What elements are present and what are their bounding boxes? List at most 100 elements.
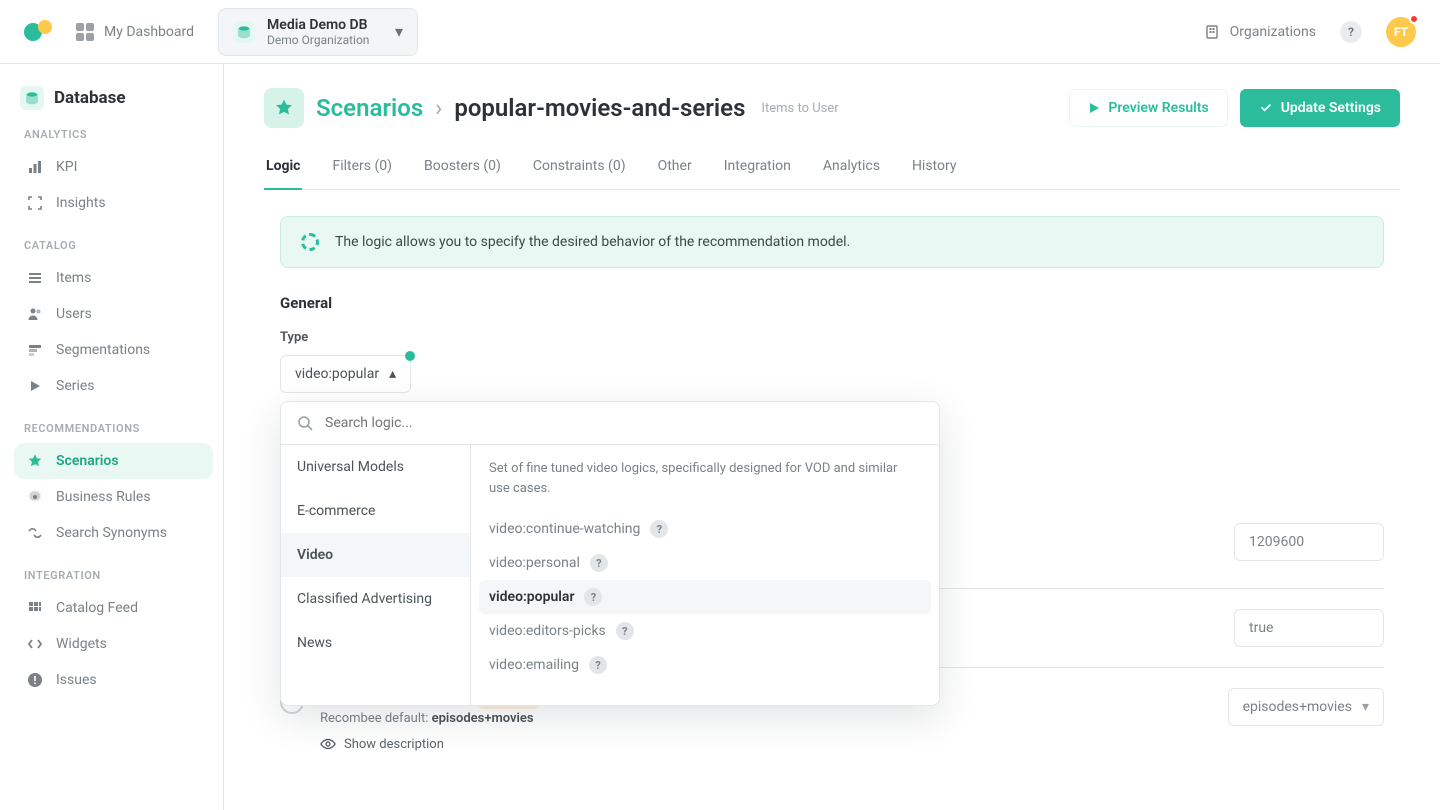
setting-value-input[interactable]: true	[1234, 609, 1384, 647]
logic-option-label: video:emailing	[489, 657, 579, 673]
setting-value-input[interactable]: 1209600	[1234, 523, 1384, 561]
logic-search-input[interactable]	[323, 414, 923, 432]
sidebar-item-label: Widgets	[56, 636, 107, 652]
scan-icon	[26, 194, 44, 212]
logic-category-description: Set of fine tuned video logics, specific…	[489, 459, 921, 498]
notification-dot	[1409, 14, 1419, 24]
tab-other[interactable]: Other	[656, 148, 694, 190]
tab-boosters-[interactable]: Boosters (0)	[422, 148, 503, 190]
help-icon[interactable]: ?	[650, 520, 668, 538]
caret-up-icon: ▴	[389, 366, 396, 382]
logic-category-label: Universal Models	[297, 459, 404, 475]
help-icon[interactable]: ?	[584, 588, 602, 606]
logic-category-label: Classified Advertising	[297, 591, 432, 607]
logic-option-label: video:continue-watching	[489, 521, 640, 537]
type-label: Type	[280, 330, 1384, 345]
sidebar-item-series[interactable]: Series	[14, 368, 213, 404]
sidebar-item-widgets[interactable]: Widgets	[14, 626, 213, 662]
sidebar-item-kpi[interactable]: KPI	[14, 149, 213, 185]
update-settings-button[interactable]: Update Settings	[1240, 89, 1400, 127]
lifebuoy-icon	[301, 233, 319, 251]
breadcrumb-root[interactable]: Scenarios	[316, 94, 423, 122]
tab-integration[interactable]: Integration	[722, 148, 793, 190]
info-banner-text: The logic allows you to specify the desi…	[335, 234, 850, 250]
logic-option[interactable]: video:emailing?	[479, 648, 931, 682]
play-icon	[1088, 102, 1100, 114]
sidebar-item-issues[interactable]: Issues	[14, 662, 213, 698]
logic-category-label: News	[297, 635, 332, 651]
logic-search	[281, 402, 939, 445]
my-dashboard-link[interactable]: My Dashboard	[76, 23, 194, 41]
help-icon[interactable]: ?	[589, 656, 607, 674]
logic-category[interactable]: Universal Models	[281, 445, 470, 489]
sidebar-item-label: Search Synonyms	[56, 525, 167, 541]
code-icon	[26, 635, 44, 653]
update-settings-label: Update Settings	[1281, 100, 1381, 116]
sidebar-title-text: Database	[54, 88, 126, 108]
tab-label: Integration	[724, 158, 791, 174]
sidebar-item-business-rules[interactable]: Business Rules	[14, 479, 213, 515]
eye-icon	[320, 736, 336, 752]
tab-label: Other	[658, 158, 692, 174]
logic-category[interactable]: News	[281, 621, 470, 665]
setting-value: true	[1249, 620, 1273, 636]
scenario-icon-box	[264, 88, 304, 128]
show-description-toggle[interactable]: Show description	[320, 736, 1212, 752]
sidebar: Database ANALYTICSKPIInsightsCATALOGItem…	[0, 64, 224, 810]
tab-label: Constraints (0)	[533, 158, 626, 174]
sidebar-section: INTEGRATION	[24, 569, 203, 582]
sidebar-item-insights[interactable]: Insights	[14, 185, 213, 221]
logic-option[interactable]: video:continue-watching?	[479, 512, 931, 546]
sidebar-item-catalog-feed[interactable]: Catalog Feed	[14, 590, 213, 626]
organizations-link[interactable]: Organizations	[1204, 24, 1316, 40]
app-logo	[24, 20, 52, 44]
tab-history[interactable]: History	[910, 148, 959, 190]
search-icon	[297, 415, 313, 431]
sidebar-item-users[interactable]: Users	[14, 296, 213, 332]
caret-down-icon: ▾	[395, 22, 403, 41]
sidebar-item-segmentations[interactable]: Segmentations	[14, 332, 213, 368]
users-icon	[26, 305, 44, 323]
logic-option[interactable]: video:personal?	[479, 546, 931, 580]
sidebar-item-label: Business Rules	[56, 489, 151, 505]
sidebar-item-label: Segmentations	[56, 342, 150, 358]
check-icon	[1259, 101, 1273, 115]
organizations-label: Organizations	[1230, 24, 1316, 40]
logic-option[interactable]: video:editors-picks?	[479, 614, 931, 648]
sidebar-item-label: Items	[56, 270, 91, 286]
help-icon[interactable]: ?	[616, 622, 634, 640]
logic-option-label: video:popular	[489, 589, 574, 605]
gear-icon	[26, 488, 44, 506]
logic-option[interactable]: video:popular?	[479, 580, 931, 614]
my-dashboard-label: My Dashboard	[104, 24, 194, 40]
logic-dropdown: Universal Models E-commerceVideo Classifie…	[280, 401, 940, 706]
tab-constraints-[interactable]: Constraints (0)	[531, 148, 628, 190]
breadcrumb-leaf: popular-movies-and-series	[454, 94, 745, 122]
help-button[interactable]: ?	[1340, 21, 1362, 43]
sidebar-item-label: Catalog Feed	[56, 600, 138, 616]
type-select[interactable]: video:popular ▴	[280, 355, 411, 393]
database-switcher[interactable]: Media Demo DB Demo Organization ▾	[218, 8, 418, 56]
top-navbar: My Dashboard Media Demo DB Demo Organiza…	[0, 0, 1440, 64]
sidebar-item-label: Scenarios	[56, 453, 119, 469]
logic-category[interactable]: Classified Advertising	[281, 577, 470, 621]
sidebar-section: RECOMMENDATIONS	[24, 422, 203, 435]
help-icon[interactable]: ?	[590, 554, 608, 572]
sidebar-item-scenarios[interactable]: Scenarios	[14, 443, 213, 479]
sidebar-item-search-synonyms[interactable]: Search Synonyms	[14, 515, 213, 551]
preview-results-button[interactable]: Preview Results	[1069, 89, 1227, 127]
main-content: Scenarios › popular-movies-and-series It…	[224, 64, 1440, 810]
type-select-value: video:popular	[295, 366, 379, 382]
tab-logic[interactable]: Logic	[264, 148, 302, 190]
sidebar-item-label: Issues	[56, 672, 97, 688]
sidebar-item-items[interactable]: Items	[14, 260, 213, 296]
tab-analytics[interactable]: Analytics	[821, 148, 882, 190]
logic-category[interactable]: Video	[281, 533, 470, 577]
sidebar-item-label: KPI	[56, 159, 77, 175]
user-avatar[interactable]: FT	[1386, 17, 1416, 47]
setting-value-input[interactable]: episodes+movies▾	[1228, 688, 1384, 726]
chevron-right-icon: ›	[435, 94, 442, 122]
tab-filters-[interactable]: Filters (0)	[330, 148, 394, 190]
breadcrumb: Scenarios › popular-movies-and-series	[316, 94, 745, 122]
logic-category[interactable]: E-commerce	[281, 489, 470, 533]
